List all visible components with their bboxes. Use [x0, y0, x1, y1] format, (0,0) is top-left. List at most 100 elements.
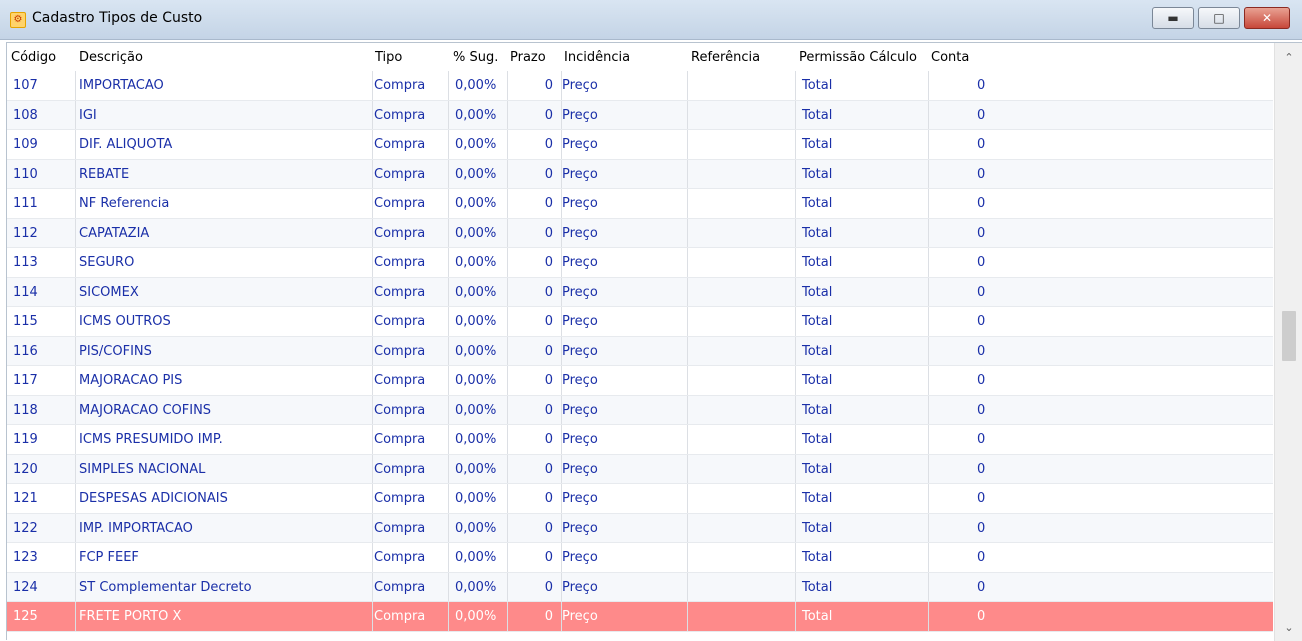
header-referencia[interactable]: Referência — [691, 50, 760, 65]
column-divider — [75, 484, 76, 513]
column-divider — [507, 425, 508, 454]
column-divider — [75, 130, 76, 159]
column-divider — [687, 100, 688, 129]
cell-sug: 0,00% — [455, 314, 497, 329]
column-divider — [372, 484, 373, 513]
header-tipo[interactable]: Tipo — [375, 50, 402, 65]
table-row[interactable]: 113 SEGURO Compra 0,00% 0 Preço Total 0 — [7, 248, 1273, 278]
header-incidencia[interactable]: Incidência — [564, 50, 630, 65]
header-prazo[interactable]: Prazo — [510, 50, 546, 65]
grid-header: Código Descrição Tipo % Sug. Prazo Incid… — [7, 43, 1273, 71]
column-divider — [687, 130, 688, 159]
cell-sug: 0,00% — [455, 225, 497, 241]
table-row[interactable]: 121 DESPESAS ADICIONAIS Compra 0,00% 0 Preço T… — [7, 484, 1273, 514]
cell-descricao: IMPORTACAO — [79, 78, 164, 93]
grid-rows: 107 IMPORTACAO Compra 0,00% 0 Preço Total 0 108 I… — [7, 71, 1273, 632]
app-icon[interactable]: ⚙ — [10, 12, 26, 28]
cell-sug: 0,00% — [455, 137, 497, 152]
column-divider — [928, 130, 929, 159]
cell-permissao: Total — [802, 196, 833, 211]
scroll-up-icon[interactable]: ⌃ — [1275, 45, 1302, 69]
column-divider — [448, 572, 449, 601]
column-divider — [687, 602, 688, 631]
column-divider — [795, 71, 796, 100]
cell-permissao: Total — [802, 107, 833, 123]
cell-incidencia: Preço — [562, 520, 598, 536]
table-row[interactable]: 117 MAJORACAO PIS Compra 0,00% 0 Preço Total 0 — [7, 366, 1273, 396]
column-divider — [795, 543, 796, 572]
table-row[interactable]: 118 MAJORACAO COFINS Compra 0,00% 0 Preço Tota… — [7, 395, 1273, 425]
cell-conta: 0 — [977, 284, 986, 300]
minimize-button[interactable]: ▬ — [1152, 7, 1194, 29]
cell-descricao: NF Referencia — [79, 196, 170, 211]
table-row[interactable]: 109 DIF. ALIQUOTA Compra 0,00% 0 Preço Total 0 — [7, 130, 1273, 160]
close-button[interactable]: ✕ — [1244, 7, 1290, 29]
column-divider — [928, 71, 929, 100]
table-row[interactable]: 120 SIMPLES NACIONAL Compra 0,00% 0 Preço Tota… — [7, 454, 1273, 484]
header-sug[interactable]: % Sug. — [453, 50, 498, 65]
column-divider — [928, 602, 929, 631]
cell-incidencia: Preço — [562, 343, 598, 359]
scroll-thumb[interactable] — [1282, 311, 1296, 361]
table-row[interactable]: 108 IGI Compra 0,00% 0 Preço Total 0 — [7, 100, 1273, 130]
table-row[interactable]: 125 FRETE PORTO X Compra 0,00% 0 Preço Total 0 — [7, 602, 1273, 632]
column-divider — [75, 366, 76, 395]
cost-types-grid[interactable]: Código Descrição Tipo % Sug. Prazo Incid… — [6, 42, 1302, 641]
table-row[interactable]: 111 NF Referencia Compra 0,00% 0 Preço Total 0 — [7, 189, 1273, 219]
header-descricao[interactable]: Descrição — [79, 50, 143, 65]
header-codigo[interactable]: Código — [11, 50, 56, 65]
column-divider — [795, 248, 796, 277]
cell-codigo: 109 — [13, 137, 38, 152]
column-divider — [687, 395, 688, 424]
table-row[interactable]: 115 ICMS OUTROS Compra 0,00% 0 Preço Total 0 — [7, 307, 1273, 337]
cell-codigo: 120 — [13, 461, 38, 477]
column-divider — [507, 218, 508, 247]
scroll-down-icon[interactable]: ⌄ — [1275, 615, 1302, 639]
cell-prazo: 0 — [544, 491, 553, 506]
cell-prazo: 0 — [544, 373, 553, 388]
cell-permissao: Total — [802, 166, 833, 182]
cell-codigo: 119 — [13, 432, 38, 447]
column-divider — [448, 395, 449, 424]
cell-conta: 0 — [977, 402, 986, 418]
cell-incidencia: Preço — [562, 461, 598, 477]
column-divider — [75, 100, 76, 129]
cell-sug: 0,00% — [455, 491, 497, 506]
cell-tipo: Compra — [374, 461, 426, 477]
header-conta[interactable]: Conta — [931, 50, 969, 65]
table-row[interactable]: 110 REBATE Compra 0,00% 0 Preço Total 0 — [7, 159, 1273, 189]
cell-prazo: 0 — [544, 579, 553, 595]
table-row[interactable]: 122 IMP. IMPORTACAO Compra 0,00% 0 Preço Total… — [7, 513, 1273, 543]
table-row[interactable]: 116 PIS/COFINS Compra 0,00% 0 Preço Total 0 — [7, 336, 1273, 366]
table-row[interactable]: 112 CAPATAZIA Compra 0,00% 0 Preço Total 0 — [7, 218, 1273, 248]
column-divider — [795, 159, 796, 188]
cell-permissao: Total — [802, 255, 833, 270]
column-divider — [687, 484, 688, 513]
cell-descricao: CAPATAZIA — [79, 225, 150, 241]
cell-codigo: 114 — [13, 284, 38, 300]
header-permissao[interactable]: Permissão Cálculo — [799, 50, 917, 65]
column-divider — [75, 454, 76, 483]
cell-descricao: SEGURO — [79, 255, 135, 270]
vertical-scrollbar[interactable]: ⌃ ⌄ — [1274, 43, 1302, 641]
column-divider — [372, 307, 373, 336]
column-divider — [795, 100, 796, 129]
table-row[interactable]: 107 IMPORTACAO Compra 0,00% 0 Preço Total 0 — [7, 71, 1273, 101]
table-row[interactable]: 119 ICMS PRESUMIDO IMP. Compra 0,00% 0 Preço T… — [7, 425, 1273, 455]
cell-tipo: Compra — [374, 314, 426, 329]
cell-prazo: 0 — [544, 107, 553, 123]
column-divider — [507, 307, 508, 336]
cell-tipo: Compra — [374, 166, 426, 182]
column-divider — [372, 130, 373, 159]
cell-codigo: 118 — [13, 402, 38, 418]
table-row[interactable]: 114 SICOMEX Compra 0,00% 0 Preço Total 0 — [7, 277, 1273, 307]
table-row[interactable]: 123 FCP FEEF Compra 0,00% 0 Preço Total 0 — [7, 543, 1273, 573]
table-row[interactable]: 124 ST Complementar Decreto Compra 0,00% 0 Pr… — [7, 572, 1273, 602]
cell-tipo: Compra — [374, 491, 426, 506]
window-controls: ▬ □ ✕ — [1152, 7, 1290, 29]
maximize-button[interactable]: □ — [1198, 7, 1240, 29]
column-divider — [507, 602, 508, 631]
column-divider — [448, 513, 449, 542]
title-bar[interactable]: ⚙ Cadastro Tipos de Custo ▬ □ ✕ — [0, 0, 1302, 40]
column-divider — [448, 336, 449, 365]
